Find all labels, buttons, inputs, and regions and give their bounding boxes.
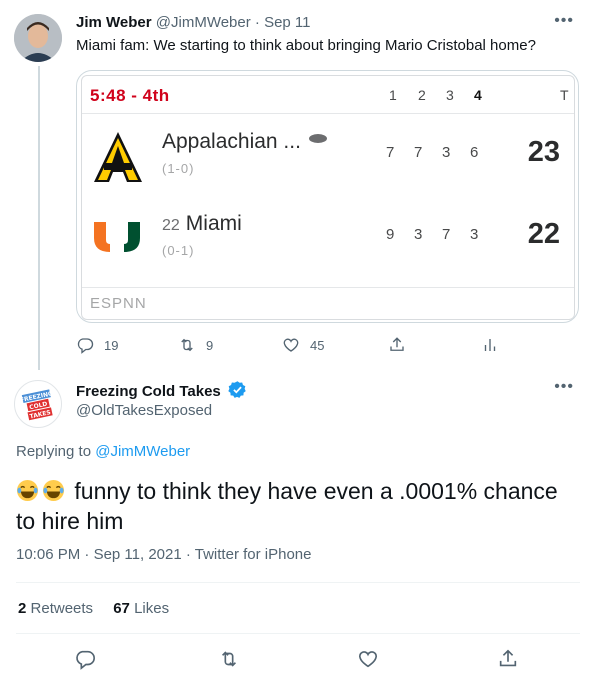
avatar-jim-weber[interactable] — [14, 14, 62, 62]
team-rank-miami: 22 — [162, 217, 180, 234]
quarter-header-1: 1 — [389, 87, 397, 103]
tweet1-text: Miami fam: We starting to think about br… — [76, 37, 536, 54]
quarter-score: 3 — [442, 144, 451, 161]
laughing-emoji — [16, 479, 39, 502]
svg-text:TAKES: TAKES — [29, 409, 51, 420]
retweet-count: 9 — [206, 337, 214, 353]
verified-icon — [228, 380, 247, 403]
share-icon[interactable] — [497, 648, 519, 670]
quarter-score: 9 — [386, 226, 395, 243]
tweet2-date[interactable]: Sep 11, 2021 — [94, 546, 182, 563]
quarter-score: 6 — [470, 144, 479, 161]
avatar-freezing-cold-takes[interactable]: FREEZING COLD TAKES — [14, 380, 62, 428]
like-count: 45 — [310, 337, 325, 353]
share-icon — [390, 337, 404, 351]
likes-stat[interactable]: 67 Likes — [113, 600, 169, 617]
retweets-stat[interactable]: 2 Retweets — [18, 600, 93, 617]
retweet-icon[interactable] — [218, 648, 240, 670]
tweet2-time[interactable]: 10:06 PM — [16, 546, 80, 563]
possession-football-icon — [308, 134, 327, 143]
tweet2-stats: 2 Retweets 67 Likes — [18, 600, 169, 617]
retweet-icon — [181, 338, 193, 352]
quarter-score: 3 — [470, 226, 479, 243]
scoreboard-header: 5:48 - 4th 1 2 3 4 T — [82, 76, 574, 114]
more-icon[interactable]: ••• — [554, 12, 574, 30]
reply-icon[interactable] — [74, 648, 96, 670]
team-total-appalachian: 23 — [527, 136, 560, 168]
reply-count: 19 — [104, 337, 119, 353]
replying-to: Replying to @JimMWeber — [16, 443, 191, 460]
replying-to-handle-link[interactable]: @JimMWeber — [95, 443, 190, 460]
scorecard-image[interactable]: 5:48 - 4th 1 2 3 4 T Appalachian ... (1-… — [76, 70, 579, 323]
reply-icon — [77, 338, 94, 354]
team-row-miami: 22 Miami (0-1) 9 3 7 3 22 — [82, 200, 574, 280]
team-record-appalachian: (1-0) — [162, 161, 195, 176]
team-name-appalachian: Appalachian ... — [162, 130, 327, 154]
tweet1-separator: · — [254, 14, 260, 31]
tweet2-author-name[interactable]: Freezing Cold Takes — [76, 380, 247, 403]
team-record-miami: (0-1) — [162, 243, 195, 258]
appalachian-state-logo — [94, 132, 142, 187]
tweet2-source[interactable]: Twitter for iPhone — [195, 546, 312, 563]
quarter-score: 7 — [442, 226, 451, 243]
like-button[interactable]: 45 — [282, 336, 324, 354]
retweet-button[interactable]: 9 — [178, 336, 213, 354]
thread-line — [38, 66, 40, 370]
miami-u-logo — [94, 222, 140, 257]
reply-button[interactable]: 19 — [76, 336, 118, 354]
tweet1-author-name[interactable]: Jim Weber — [76, 14, 152, 31]
scoreboard: 5:48 - 4th 1 2 3 4 T Appalachian ... (1-… — [81, 75, 575, 320]
team-name-miami: 22 Miami — [162, 212, 242, 235]
game-clock: 5:48 - 4th — [90, 86, 170, 105]
tweet2-handle[interactable]: @OldTakesExposed — [76, 402, 212, 419]
tweet1-date[interactable]: Sep 11 — [264, 14, 310, 31]
like-icon — [283, 338, 299, 352]
quarter-header-4: 4 — [474, 87, 482, 103]
quarter-score: 7 — [414, 144, 423, 161]
tv-network: ESPNN — [90, 295, 147, 312]
tweet2-meta: 10:06 PM · Sep 11, 2021 · Twitter for iP… — [16, 546, 312, 563]
quarter-header-3: 3 — [446, 87, 454, 103]
scoreboard-footer: ESPNN — [82, 287, 574, 319]
tweet1-header: Jim Weber @JimMWeber · Sep 11 — [76, 14, 311, 31]
team-total-miami: 22 — [527, 218, 560, 250]
share-button[interactable] — [388, 336, 406, 354]
divider — [16, 582, 580, 583]
more-icon[interactable]: ••• — [554, 378, 574, 396]
tweet1-handle[interactable]: @JimMWeber — [156, 14, 251, 31]
analytics-icon — [484, 339, 496, 351]
total-header: T — [560, 87, 569, 103]
quarter-header-2: 2 — [418, 87, 426, 103]
like-icon[interactable] — [357, 648, 379, 670]
analytics-button[interactable] — [481, 336, 499, 354]
quarter-score: 7 — [386, 144, 395, 161]
quarter-score: 3 — [414, 226, 423, 243]
tweet2-text-body: funny to think they have even a .0001% c… — [16, 478, 558, 534]
laughing-emoji — [42, 479, 65, 502]
team-row-appalachian: Appalachian ... (1-0) 7 7 3 6 23 — [82, 118, 574, 198]
divider — [16, 633, 580, 634]
tweet2-text: funny to think they have even a .0001% c… — [16, 476, 576, 536]
